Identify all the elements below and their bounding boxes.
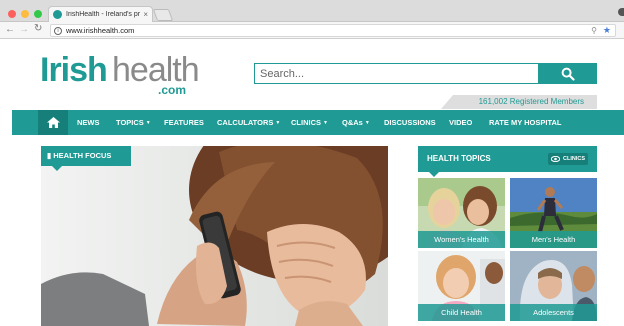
window-controls [8, 10, 42, 18]
close-window-button[interactable] [8, 10, 16, 18]
chevron-down-icon: ▼ [145, 119, 151, 126]
chevron-down-icon: ▼ [364, 119, 370, 126]
topic-tile-womens-health[interactable]: Women's Health [418, 178, 505, 248]
tile-label: Child Health [418, 304, 505, 321]
browser-tab[interactable]: IrishHealth - Ireland's premier × [48, 6, 153, 22]
health-topics-pointer [429, 172, 439, 177]
health-focus-image[interactable] [41, 146, 388, 326]
site-logo[interactable]: Irish health .com [40, 52, 200, 98]
bookmark-star-icon[interactable]: ★ [603, 25, 611, 36]
tab-title: IrishHealth - Ireland's premier [66, 11, 141, 18]
home-button[interactable] [38, 110, 68, 135]
health-topics-header: HEALTH TOPICS CLINICS [418, 146, 597, 172]
browser-tab-bar: IrishHealth - Ireland's premier × [0, 0, 624, 22]
minimize-window-button[interactable] [21, 10, 29, 18]
profile-icon[interactable] [618, 8, 624, 16]
tile-label: Women's Health [418, 231, 505, 248]
members-bar-corner [441, 95, 453, 109]
nav-item-qas[interactable]: Q&As ▼ [342, 110, 370, 135]
search-input[interactable] [254, 63, 539, 84]
woman-on-phone-photo [41, 146, 388, 326]
new-tab-button[interactable] [152, 9, 174, 21]
zoom-icon[interactable]: ⚲ [591, 26, 597, 35]
topic-tile-adolescents[interactable]: Adolescents [510, 251, 597, 321]
health-topics-title: HEALTH TOPICS [427, 154, 491, 163]
nav-item-rate-my-hospital[interactable]: RATE MY HOSPITAL [489, 110, 562, 135]
address-bar[interactable]: i www.irishhealth.com ⚲ ★ [50, 24, 616, 37]
main-navigation: NEWS TOPICS ▼ FEATURES CALCULATORS ▼ CLINI… [12, 110, 624, 135]
chevron-down-icon: ▼ [275, 119, 281, 126]
health-focus-pointer [52, 166, 62, 171]
logo-irish-text: Irish [40, 51, 108, 89]
search-button[interactable] [539, 63, 597, 84]
health-focus-tag: ▮ HEALTH FOCUS [41, 146, 131, 166]
bookmark-icon: ▮ [47, 151, 52, 160]
nav-item-clinics[interactable]: CLINICS ▼ [291, 110, 328, 135]
nav-item-discussions[interactable]: DISCUSSIONS [384, 110, 436, 135]
tile-label: Adolescents [510, 304, 597, 321]
url-text: www.irishhealth.com [66, 26, 135, 35]
site-favicon-icon [53, 10, 62, 19]
topic-tile-child-health[interactable]: Child Health [418, 251, 505, 321]
logo-com-text: .com [158, 83, 187, 97]
reload-icon[interactable]: ↻ [34, 23, 42, 34]
tab-close-icon[interactable]: × [143, 10, 148, 19]
nav-item-features[interactable]: FEATURES [164, 110, 204, 135]
search-icon [561, 67, 575, 81]
clinics-button[interactable]: CLINICS [548, 153, 588, 165]
nav-item-topics[interactable]: TOPICS ▼ [116, 110, 151, 135]
registered-members-count: 161,002 Registered Members [453, 95, 597, 109]
back-arrow-icon[interactable]: ← [5, 24, 15, 35]
eye-icon [551, 156, 560, 162]
chevron-down-icon: ▼ [323, 119, 328, 126]
topic-tile-mens-health[interactable]: Men's Health [510, 178, 597, 248]
nav-item-video[interactable]: VIDEO [449, 110, 472, 135]
browser-toolbar: ← → ↻ i www.irishhealth.com ⚲ ★ [0, 22, 624, 39]
tile-label: Men's Health [510, 231, 597, 248]
home-icon [46, 117, 60, 128]
forward-arrow-icon[interactable]: → [19, 24, 29, 35]
info-icon[interactable]: i [54, 26, 62, 35]
nav-item-news[interactable]: NEWS [77, 110, 100, 135]
maximize-window-button[interactable] [34, 10, 42, 18]
nav-item-calculators[interactable]: CALCULATORS ▼ [217, 110, 280, 135]
